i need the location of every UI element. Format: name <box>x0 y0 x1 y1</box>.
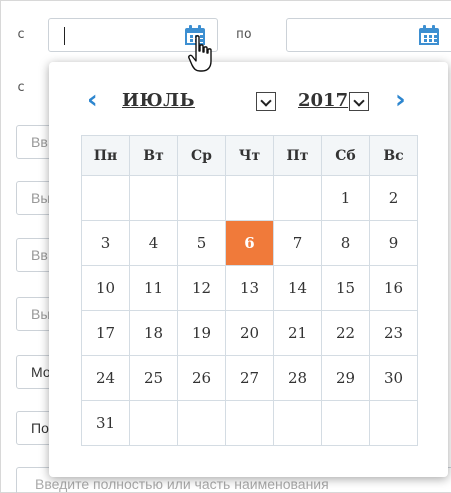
text-caret <box>64 27 65 45</box>
day-cell[interactable]: 26 <box>177 355 226 401</box>
empty-day-cell <box>273 175 322 221</box>
weekday-label: Пт <box>273 135 322 176</box>
pointer-hand-icon <box>188 35 212 72</box>
chevron-left-icon[interactable]: ‹ <box>87 87 98 113</box>
day-cell[interactable]: 28 <box>273 355 322 401</box>
day-cell[interactable]: 11 <box>129 265 178 311</box>
from-label: с <box>17 27 25 42</box>
day-cell[interactable]: 15 <box>321 265 370 311</box>
empty-day-cell <box>225 400 274 446</box>
calendar-grid: Пн Вт Ср Чт Пт Сб Вс 1 2 3 4 5 6 7 8 9 10 11 12 13 14… <box>81 135 418 446</box>
empty-day-cell <box>273 400 322 446</box>
empty-day-cell <box>129 400 178 446</box>
day-cell[interactable]: 20 <box>225 310 274 356</box>
weekday-label: Пн <box>81 135 130 176</box>
month-select-dropdown[interactable] <box>256 92 276 111</box>
day-cell[interactable]: 8 <box>321 220 370 266</box>
day-cell[interactable]: 5 <box>177 220 226 266</box>
date-to-input[interactable] <box>286 18 451 52</box>
to-label: по <box>236 27 252 42</box>
calendar-week-row: 10 11 12 13 14 15 16 <box>81 265 418 311</box>
empty-day-cell <box>369 400 418 446</box>
empty-day-cell <box>225 175 274 221</box>
day-cell[interactable]: 24 <box>81 355 130 401</box>
selected-day-cell[interactable]: 6 <box>225 220 274 266</box>
day-cell[interactable]: 12 <box>177 265 226 311</box>
weekday-label: Вт <box>129 135 178 176</box>
datepicker-popup: ‹ ИЮЛЬ 2017 › Пн Вт Ср Чт Пт Сб Вс 12345… <box>49 62 448 477</box>
calendar-week-row: 24 25 26 27 28 29 30 <box>81 355 418 401</box>
weekday-label: Ср <box>177 135 226 176</box>
day-cell[interactable]: 9 <box>369 220 418 266</box>
weekday-label: Чт <box>225 135 274 176</box>
calendar-icon[interactable] <box>419 25 439 45</box>
year-select-dropdown[interactable] <box>349 92 369 111</box>
weekday-header-row: Пн Вт Ср Чт Пт Сб Вс <box>81 135 418 176</box>
day-cell[interactable]: 16 <box>369 265 418 311</box>
day-cell[interactable]: 10 <box>81 265 130 311</box>
month-label[interactable]: ИЮЛЬ <box>122 90 195 111</box>
day-cell[interactable]: 4 <box>129 220 178 266</box>
empty-day-cell <box>177 175 226 221</box>
empty-day-cell <box>81 175 130 221</box>
day-cell[interactable]: 18 <box>129 310 178 356</box>
day-cell[interactable]: 30 <box>369 355 418 401</box>
day-cell[interactable]: 13 <box>225 265 274 311</box>
day-cell[interactable]: 3 <box>81 220 130 266</box>
day-cell[interactable]: 14 <box>273 265 322 311</box>
empty-day-cell <box>321 400 370 446</box>
calendar-week-row: 17 18 19 20 21 22 23 <box>81 310 418 356</box>
calendar-week-row: 12 <box>81 175 418 221</box>
empty-day-cell <box>129 175 178 221</box>
day-cell[interactable]: 29 <box>321 355 370 401</box>
day-cell[interactable]: 7 <box>273 220 322 266</box>
second-row-label: с <box>17 80 25 95</box>
day-cell[interactable]: 31 <box>81 400 130 446</box>
empty-day-cell <box>177 400 226 446</box>
day-cell[interactable]: 22 <box>321 310 370 356</box>
calendar-week-row: 3456789 <box>81 220 418 266</box>
day-cell[interactable]: 27 <box>225 355 274 401</box>
day-cell[interactable]: 1 <box>321 175 370 221</box>
chevron-right-icon[interactable]: › <box>395 87 406 113</box>
year-label[interactable]: 2017 <box>298 90 348 111</box>
day-cell[interactable]: 2 <box>369 175 418 221</box>
day-cell[interactable]: 23 <box>369 310 418 356</box>
day-cell[interactable]: 17 <box>81 310 130 356</box>
day-cell[interactable]: 21 <box>273 310 322 356</box>
calendar-week-row: 31 <box>81 400 418 446</box>
weekday-label: Вс <box>369 135 418 176</box>
day-cell[interactable]: 19 <box>177 310 226 356</box>
day-cell[interactable]: 25 <box>129 355 178 401</box>
weekday-label: Сб <box>321 135 370 176</box>
